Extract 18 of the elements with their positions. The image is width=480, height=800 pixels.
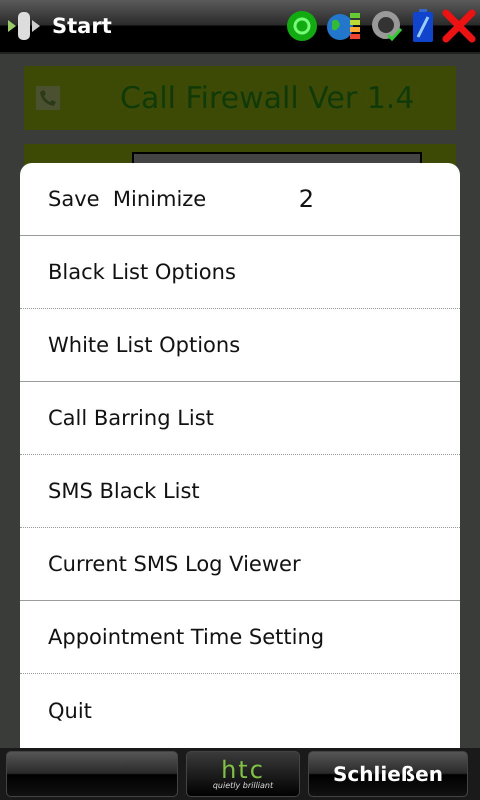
- left-softkey[interactable]: [6, 751, 178, 797]
- logo-text: htc: [221, 758, 265, 780]
- battery-icon[interactable]: [412, 9, 434, 43]
- menu-item[interactable]: Call Barring List: [20, 382, 460, 455]
- menu-item[interactable]: Black List Options: [20, 236, 460, 309]
- menu-item[interactable]: Save Minimize 2: [20, 163, 460, 236]
- menu-item[interactable]: White List Options: [20, 309, 460, 382]
- phone-icon: [36, 86, 60, 110]
- menu-item[interactable]: Appointment Time Setting: [20, 601, 460, 674]
- menu-item[interactable]: SMS Black List: [20, 455, 460, 528]
- close-softkey[interactable]: Schließen: [308, 751, 468, 797]
- close-icon[interactable]: [442, 9, 476, 43]
- start-title[interactable]: Start: [52, 14, 278, 38]
- menu-item[interactable]: Quit: [20, 674, 460, 747]
- speaker-icon[interactable]: [370, 9, 404, 43]
- slogan-text: quietly brilliant: [212, 780, 274, 790]
- menu-item[interactable]: Current SMS Log Viewer: [20, 528, 460, 601]
- sync-icon[interactable]: [286, 10, 318, 42]
